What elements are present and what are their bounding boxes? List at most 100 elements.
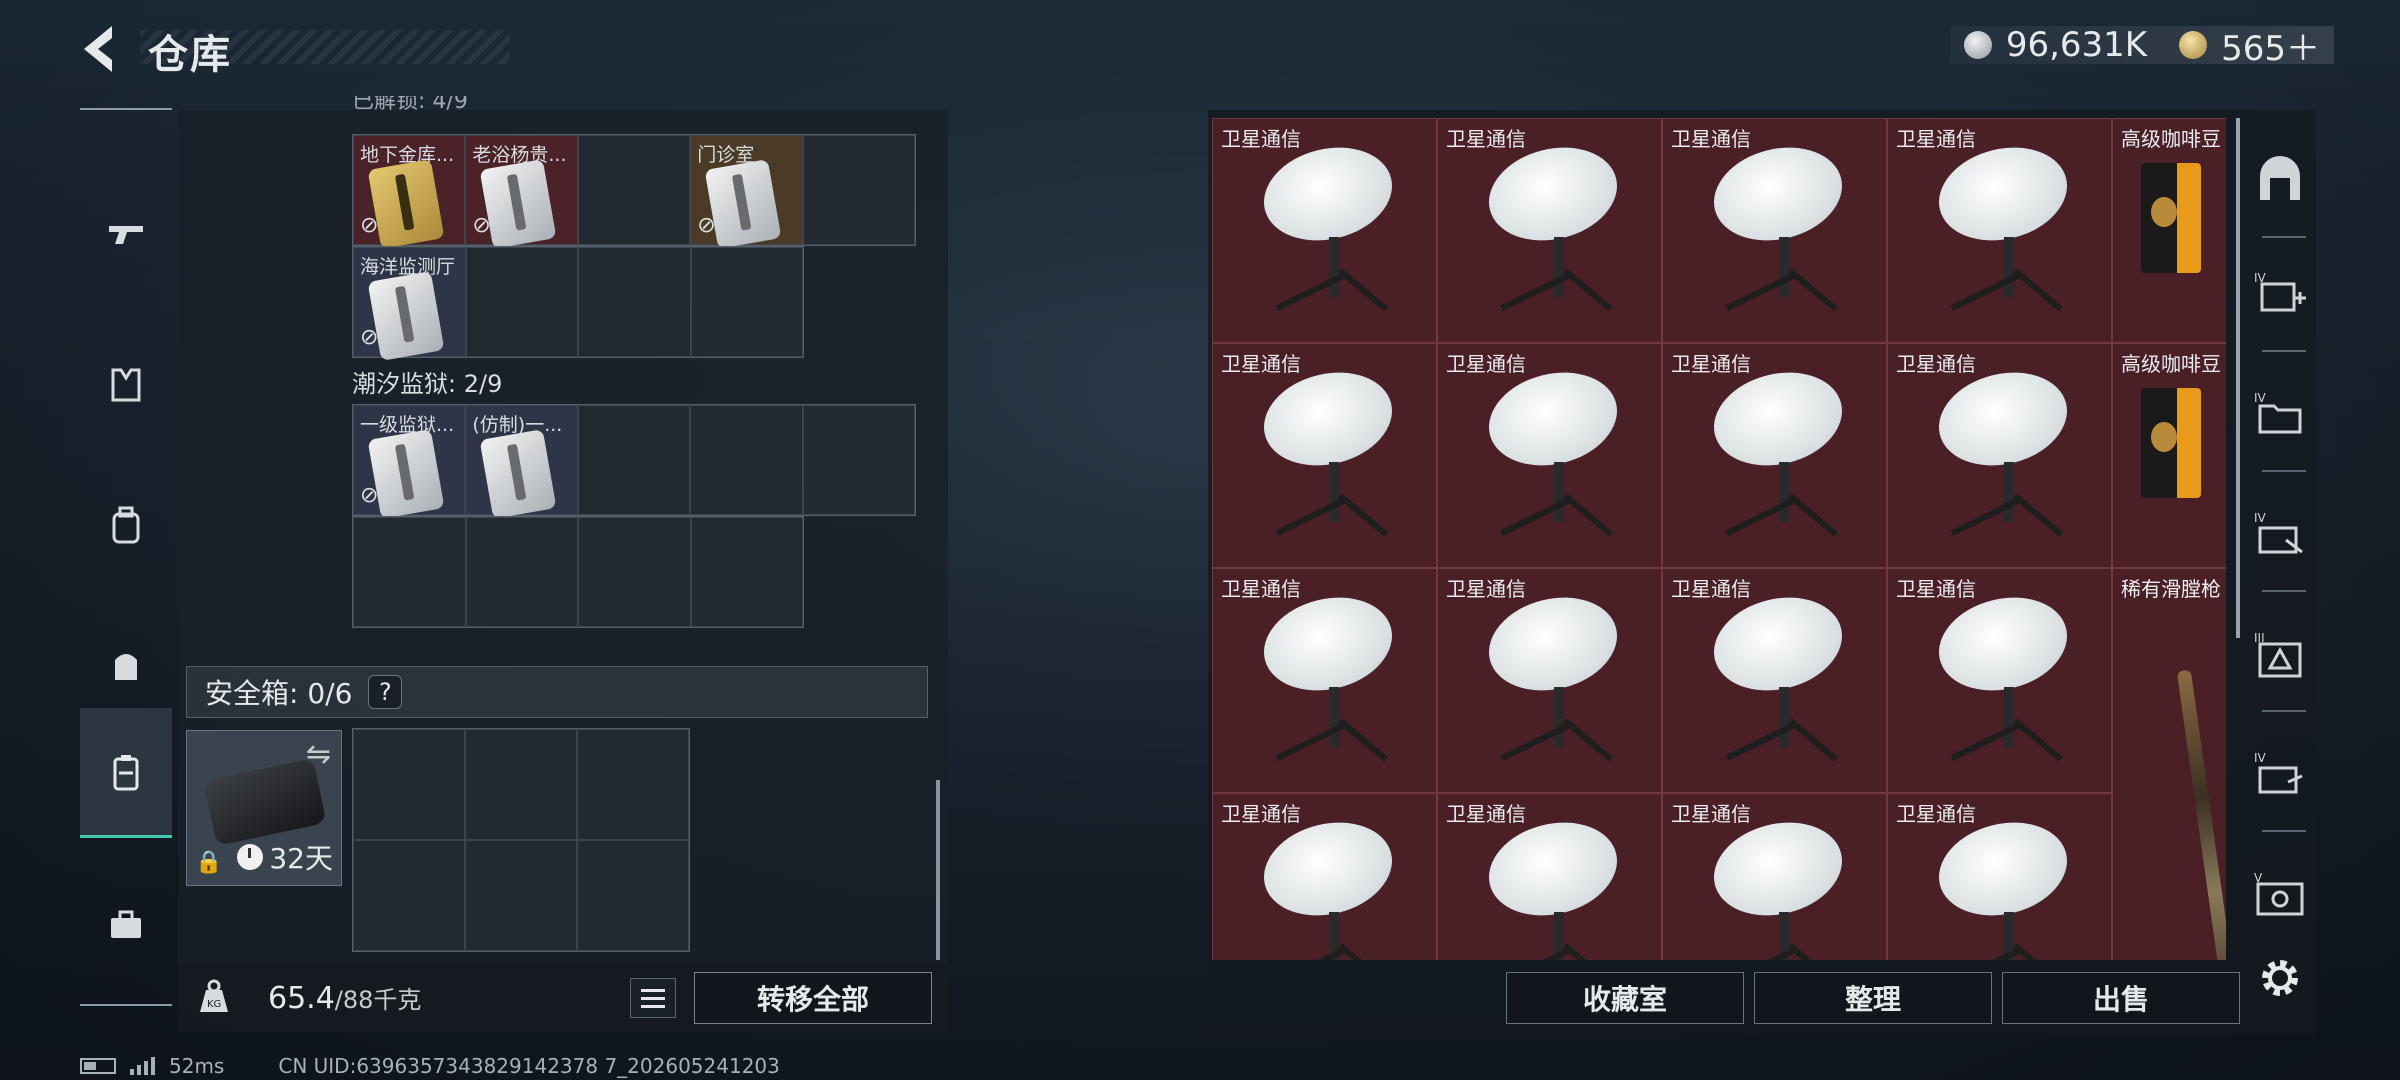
key-slot-empty[interactable] <box>577 405 691 515</box>
sell-button[interactable]: 出售 <box>2002 972 2240 1024</box>
transfer-all-button[interactable]: 转移全部 <box>694 972 932 1024</box>
nav-backpack[interactable] <box>80 460 172 590</box>
satellite-stand <box>1554 462 1564 522</box>
svg-text:IV: IV <box>2254 511 2267 525</box>
tools-tab-icon: IV <box>2254 511 2303 554</box>
nav-toolbox[interactable] <box>80 860 172 990</box>
help-button[interactable]: ? <box>368 675 403 709</box>
satellite-stand <box>1788 268 1838 312</box>
keycard-icon <box>367 429 445 519</box>
key-slot-empty[interactable] <box>578 247 691 357</box>
stash-item-label: 卫星通信 <box>1446 127 1526 151</box>
key-slot-empty[interactable] <box>465 247 578 357</box>
toolbox-icon <box>111 910 141 938</box>
stash-item[interactable]: 卫星通信 <box>1887 343 2112 568</box>
key-slot-empty[interactable] <box>577 135 691 245</box>
container-icon <box>113 754 139 790</box>
keycards-tab-icon: V <box>2254 871 2304 916</box>
status-line: 52ms CN UID:6396357343829142378 7_202605… <box>80 1054 780 1078</box>
weight-bar: KG 65.4/88千克 转移全部 <box>178 962 948 1032</box>
key-slot-empty[interactable] <box>465 517 578 627</box>
stash-item[interactable]: 卫星通信 <box>1662 343 1887 568</box>
stash-item[interactable]: 卫星通信 <box>1437 118 1662 343</box>
stash-item[interactable]: 卫星通信 <box>1887 118 2112 343</box>
key-slot[interactable]: 海洋监测厅 ⊘ <box>353 247 466 361</box>
collection-room-button[interactable]: 收藏室 <box>1506 972 1744 1024</box>
satellite-stand <box>2013 268 2063 312</box>
safebox-slot[interactable] <box>465 840 577 951</box>
nav-container[interactable] <box>80 708 172 838</box>
side-tab-medical[interactable]: IV <box>2248 262 2312 326</box>
key-slot[interactable]: 老浴杨贵... ⊘ <box>465 135 578 249</box>
lock-icon: 🔒 <box>195 850 223 875</box>
keycard-icon <box>704 159 782 249</box>
key-slot-empty[interactable] <box>578 517 691 627</box>
stash-item[interactable]: 卫星通信 <box>1662 568 1887 793</box>
coffee-bag-icon <box>2141 388 2201 498</box>
swap-icon[interactable]: ⇋ <box>306 737 331 772</box>
side-tab-main[interactable] <box>2248 148 2312 212</box>
stash-item[interactable]: 卫星通信 <box>1212 118 1437 343</box>
side-tab-keys[interactable]: IV <box>2248 742 2312 806</box>
safebox-slot[interactable] <box>465 729 577 840</box>
key-slot-empty[interactable] <box>802 405 915 515</box>
satellite-dish-icon <box>1704 134 1852 254</box>
side-tab-tools[interactable]: IV <box>2248 502 2312 566</box>
key-slot-empty[interactable] <box>353 517 466 627</box>
stash-item-label: 卫星通信 <box>1671 802 1751 826</box>
satellite-dish-icon <box>1479 584 1627 704</box>
side-tab-cards[interactable]: V <box>2248 862 2312 926</box>
safebox-title: 安全箱: 0/6 <box>205 677 353 710</box>
keycard-icon <box>367 159 445 249</box>
svg-text:IV: IV <box>2254 751 2267 765</box>
side-tab-warning[interactable]: III <box>2248 622 2312 686</box>
settings-button[interactable] <box>2248 946 2312 1010</box>
key-slot[interactable]: 地下金库... ⊘ <box>353 135 466 249</box>
silver-currency-value: 96,631K <box>2005 25 2148 65</box>
duration-text: 32天 <box>269 842 333 875</box>
gold-currency-value[interactable]: 565＋ <box>2221 21 2320 70</box>
stash-item[interactable]: 卫星通信 <box>1212 793 1437 960</box>
safebox-container[interactable]: ⇋ 🔒 32天 <box>186 730 342 886</box>
stash-item[interactable]: 卫星通信 <box>1887 793 2112 960</box>
stash-item[interactable]: 卫星通信 <box>1887 568 2112 793</box>
safebox-slot[interactable] <box>353 840 465 951</box>
weight-icon: KG <box>200 979 228 1012</box>
satellite-stand <box>1779 462 1789 522</box>
loadout-scrollbar[interactable] <box>936 780 940 960</box>
key-slot-empty[interactable] <box>802 135 915 245</box>
stash-item[interactable]: 稀有滑膛枪 <box>2112 568 2226 960</box>
key-slot-empty[interactable] <box>690 405 803 515</box>
satellite-stand <box>1338 268 1388 312</box>
key-slot-empty[interactable] <box>690 517 803 627</box>
satellite-stand <box>1563 943 1613 960</box>
stash-scrollbar[interactable] <box>2236 118 2240 638</box>
svg-text:IV: IV <box>2254 391 2267 405</box>
safebox-slot[interactable] <box>353 729 465 840</box>
nav-armor[interactable] <box>80 320 172 450</box>
key-slot[interactable]: 门诊室 ⊘ <box>690 135 803 249</box>
key-slot[interactable]: 一级监狱... ⊘ <box>353 405 466 519</box>
stash-item[interactable]: 卫星通信 <box>1212 568 1437 793</box>
stash-item[interactable]: 卫星通信 <box>1662 118 1887 343</box>
safebox-slot[interactable] <box>577 729 689 840</box>
side-divider <box>2262 236 2306 238</box>
stash-item[interactable]: 高级咖啡豆 <box>2112 343 2226 568</box>
side-tab-folder[interactable]: IV <box>2248 382 2312 446</box>
safebox-slot[interactable] <box>577 840 689 951</box>
stash-item[interactable]: 卫星通信 <box>1212 343 1437 568</box>
stash-item[interactable]: 高级咖啡豆 <box>2112 118 2226 343</box>
nav-weapon[interactable] <box>80 170 172 300</box>
key-grid-1-row-2: 海洋监测厅 ⊘ <box>352 246 804 361</box>
stash-item[interactable]: 卫星通信 <box>1662 793 1887 960</box>
stash-item[interactable]: 卫星通信 <box>1437 793 1662 960</box>
stash-item-label: 卫星通信 <box>1671 352 1751 376</box>
stash-item[interactable]: 卫星通信 <box>1437 343 1662 568</box>
stash-item[interactable]: 卫星通信 <box>1437 568 1662 793</box>
list-view-button[interactable] <box>630 978 676 1018</box>
organize-button[interactable]: 整理 <box>1754 972 1992 1024</box>
key-slot-empty[interactable] <box>690 247 803 357</box>
back-arrow-icon[interactable] <box>76 22 122 76</box>
stash-item-label: 卫星通信 <box>1221 352 1301 376</box>
key-slot[interactable]: (仿制)一... <box>465 405 578 519</box>
